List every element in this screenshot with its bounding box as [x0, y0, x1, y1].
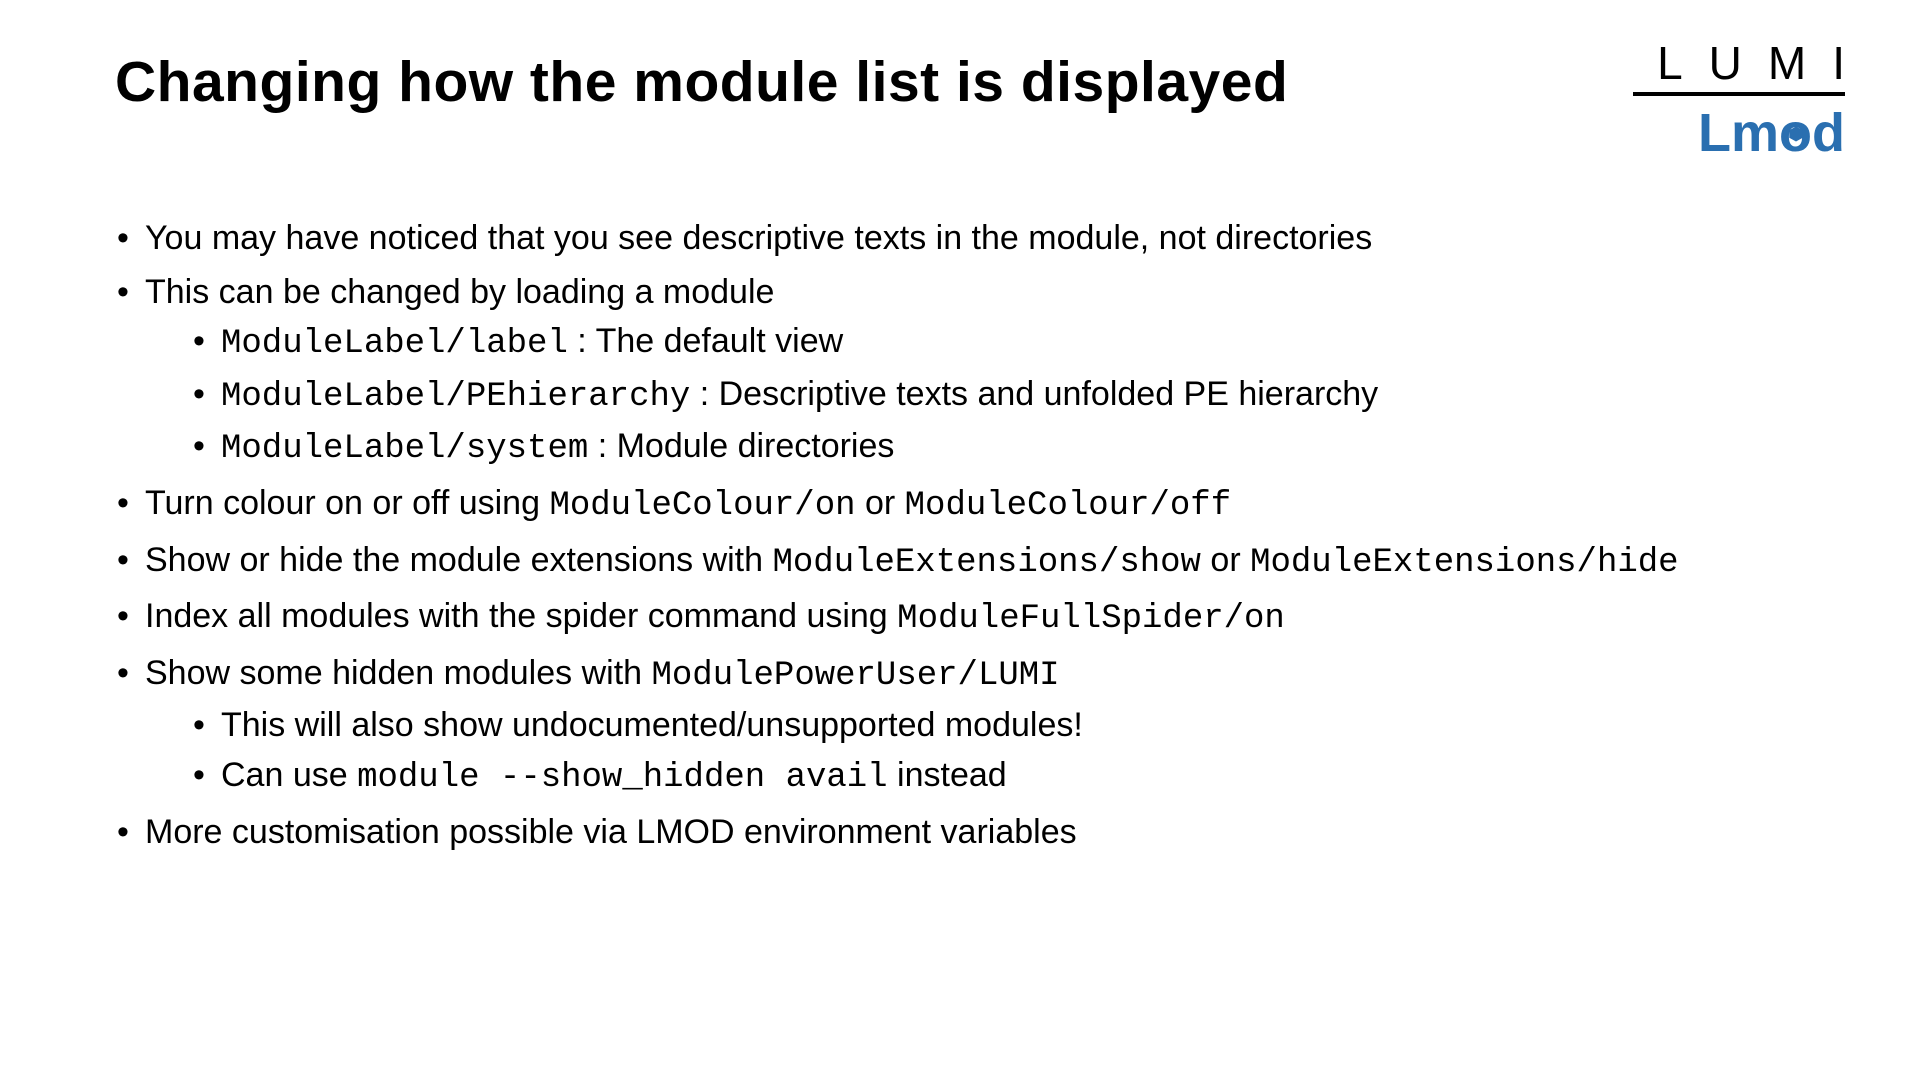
sub-bullet-item: ModuleLabel/PEhierarchy : Descriptive te…	[221, 371, 1805, 422]
code-text: ModuleExtensions/show	[772, 544, 1200, 582]
lmod-logo: Lmod	[1698, 106, 1845, 160]
lmod-logo-text-d: d	[1812, 106, 1845, 160]
code-text: ModuleFullSpider/on	[897, 600, 1285, 638]
sub-bullet-item: Can use module --show_hidden avail inste…	[221, 752, 1805, 803]
bullet-text: Show or hide the module extensions with	[145, 541, 772, 579]
code-text: ModuleExtensions/hide	[1250, 544, 1678, 582]
sub-bullet-item: This will also show undocumented/unsuppo…	[221, 702, 1805, 750]
logo-block: LUMI Lmod	[1633, 40, 1845, 160]
bullet-item: This can be changed by loading a module …	[145, 269, 1805, 474]
bullet-text: This can be changed by loading a module	[145, 273, 774, 311]
code-text: ModuleLabel/system	[221, 430, 588, 468]
bullet-text: More customisation possible via LMOD env…	[145, 813, 1077, 851]
header: Changing how the module list is displaye…	[115, 50, 1805, 160]
bullet-text: Index all modules with the spider comman…	[145, 597, 897, 635]
lumi-logo: LUMI	[1657, 40, 1871, 86]
bullet-text: : The default view	[568, 322, 843, 360]
bullet-text: or	[856, 484, 905, 522]
bullet-item: Show some hidden modules with ModulePowe…	[145, 650, 1805, 803]
sub-bullet-item: ModuleLabel/system : Module directories	[221, 423, 1805, 474]
sub-bullet-list: This will also show undocumented/unsuppo…	[145, 702, 1805, 802]
bullet-text: This will also show undocumented/unsuppo…	[221, 706, 1083, 744]
bullet-list: You may have noticed that you see descri…	[115, 215, 1805, 856]
bullet-item: Turn colour on or off using ModuleColour…	[145, 480, 1805, 531]
code-text: ModuleLabel/PEhierarchy	[221, 378, 690, 416]
lmod-logo-text-lm: Lm	[1698, 106, 1779, 160]
bullet-text: Turn colour on or off using	[145, 484, 549, 522]
code-text: ModuleColour/on	[549, 487, 855, 525]
sub-bullet-list: ModuleLabel/label : The default view Mod…	[145, 318, 1805, 474]
lmod-logo-o: o	[1779, 106, 1812, 160]
bullet-item: You may have noticed that you see descri…	[145, 215, 1805, 263]
slide-title: Changing how the module list is displaye…	[115, 50, 1288, 116]
lumi-logo-underline	[1633, 92, 1845, 96]
bullet-item: More customisation possible via LMOD env…	[145, 809, 1805, 857]
bullet-text: or	[1201, 541, 1250, 579]
bullet-text: You may have noticed that you see descri…	[145, 219, 1372, 257]
bullet-item: Show or hide the module extensions with …	[145, 537, 1805, 588]
code-text: ModuleLabel/label	[221, 325, 568, 363]
content: You may have noticed that you see descri…	[115, 215, 1805, 856]
code-text: ModuleColour/off	[905, 487, 1231, 525]
bullet-text: : Descriptive texts and unfolded PE hier…	[690, 375, 1378, 413]
bullet-item: Index all modules with the spider comman…	[145, 593, 1805, 644]
bullet-text: instead	[888, 756, 1007, 794]
code-text: ModulePowerUser/LUMI	[652, 657, 1060, 695]
bullet-text: Show some hidden modules with	[145, 654, 652, 692]
sub-bullet-item: ModuleLabel/label : The default view	[221, 318, 1805, 369]
slide: Changing how the module list is displaye…	[0, 0, 1920, 1080]
bullet-text: Can use	[221, 756, 357, 794]
hexagon-icon	[1787, 125, 1805, 143]
code-text: module --show_hidden avail	[357, 759, 888, 797]
bullet-text: : Module directories	[588, 427, 894, 465]
